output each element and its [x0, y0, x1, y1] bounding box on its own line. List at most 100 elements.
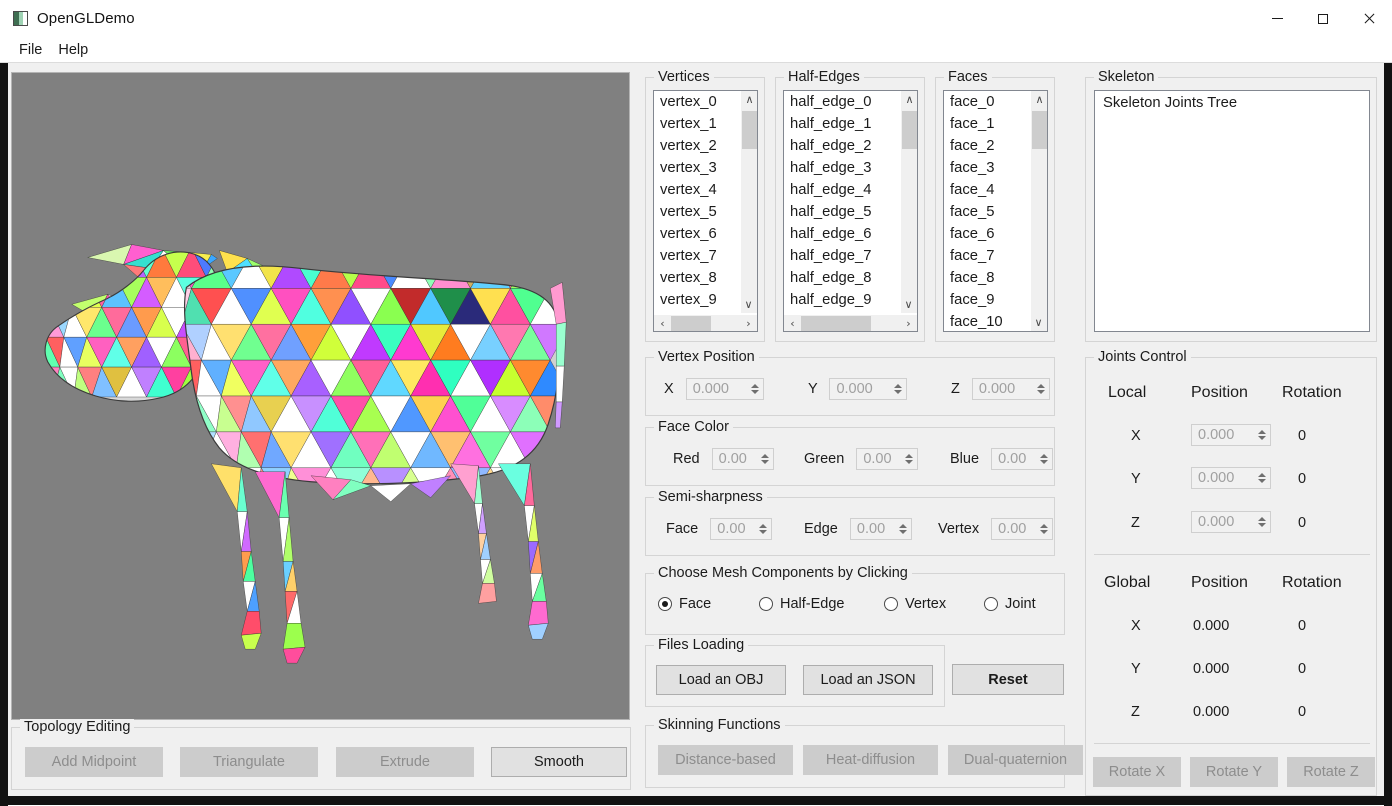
scroll-up-icon[interactable]: ∧	[1031, 91, 1047, 108]
scroll-up-icon[interactable]: ∧	[901, 91, 917, 108]
scroll-down-icon[interactable]: ∨	[1030, 314, 1047, 331]
list-item[interactable]: half_edge_7	[784, 245, 899, 267]
triangulate-button[interactable]: Triangulate	[180, 747, 318, 777]
list-item[interactable]: vertex_6	[654, 223, 739, 245]
add-midpoint-button[interactable]: Add Midpoint	[25, 747, 163, 777]
vertex-position-y-spinbox[interactable]: 0.000	[829, 378, 908, 400]
vertical-scroll-thumb[interactable]	[902, 111, 917, 149]
local-position-y-value[interactable]: 0.000	[1192, 468, 1254, 488]
faces-listbox[interactable]: face_0 face_1 face_2 face_3 face_4 face_…	[943, 90, 1048, 332]
list-item[interactable]: face_9	[944, 289, 1029, 311]
load-json-button[interactable]: Load an JSON	[803, 665, 933, 695]
spinner-arrows-icon[interactable]	[1036, 449, 1052, 469]
vertex-position-z-spinbox[interactable]: 0.000	[971, 378, 1050, 400]
vertices-horizontal-scrollbar[interactable]: ‹ ›	[654, 314, 757, 331]
vertices-listbox[interactable]: vertex_0 vertex_1 vertex_2 vertex_3 vert…	[653, 90, 758, 332]
spinner-arrows-icon[interactable]	[747, 379, 763, 399]
list-item[interactable]: face_7	[944, 245, 1029, 267]
vertex-position-x-value[interactable]: 0.000	[687, 379, 747, 399]
list-item[interactable]: vertex_2	[654, 135, 739, 157]
face-color-blue-spinbox[interactable]: 0.00	[991, 448, 1054, 470]
radio-face[interactable]: Face	[658, 596, 711, 612]
scroll-right-icon[interactable]: ›	[900, 315, 917, 332]
menu-item-file[interactable]: File	[11, 40, 50, 60]
halfedges-horizontal-scrollbar[interactable]: ‹ ›	[784, 314, 917, 331]
distance-based-button[interactable]: Distance-based	[658, 745, 793, 775]
list-item[interactable]: face_3	[944, 157, 1029, 179]
list-item[interactable]: vertex_1	[654, 113, 739, 135]
list-item[interactable]: half_edge_4	[784, 179, 899, 201]
spinner-arrows-icon[interactable]	[1254, 425, 1270, 445]
load-obj-button[interactable]: Load an OBJ	[656, 665, 786, 695]
spinner-arrows-icon[interactable]	[901, 449, 917, 469]
radio-joint[interactable]: Joint	[984, 596, 1036, 612]
list-item[interactable]: vertex_7	[654, 245, 739, 267]
horizontal-scroll-thumb[interactable]	[801, 315, 871, 331]
scroll-down-icon[interactable]: ∨	[900, 296, 917, 313]
radio-half-edge-indicator[interactable]	[759, 597, 773, 611]
semi-sharpness-face-spinbox[interactable]: 0.00	[710, 518, 773, 540]
menu-item-help[interactable]: Help	[50, 40, 96, 60]
list-item[interactable]: face_4	[944, 179, 1029, 201]
list-item[interactable]: vertex_4	[654, 179, 739, 201]
rotate-y-button[interactable]: Rotate Y	[1190, 757, 1278, 787]
spinner-arrows-icon[interactable]	[1033, 379, 1049, 399]
local-position-x-spinbox[interactable]: 0.000	[1191, 424, 1271, 446]
scroll-right-icon[interactable]: ›	[740, 315, 757, 332]
face-color-green-spinbox[interactable]: 0.00	[856, 448, 919, 470]
list-item[interactable]: face_1	[944, 113, 1029, 135]
smooth-button[interactable]: Smooth	[491, 747, 627, 777]
spinner-arrows-icon[interactable]	[895, 519, 911, 539]
list-item[interactable]: half_edge_1	[784, 113, 899, 135]
opengl-viewport[interactable]	[11, 72, 630, 720]
face-color-red-value[interactable]: 0.00	[713, 449, 757, 469]
close-button[interactable]	[1346, 0, 1392, 37]
list-item[interactable]: face_8	[944, 267, 1029, 289]
spinner-arrows-icon[interactable]	[1254, 468, 1270, 488]
list-item[interactable]: half_edge_9	[784, 289, 899, 311]
list-item[interactable]: half_edge_5	[784, 201, 899, 223]
dual-quaternion-button[interactable]: Dual-quaternion	[948, 745, 1083, 775]
list-item[interactable]: vertex_0	[654, 91, 739, 113]
rotate-z-button[interactable]: Rotate Z	[1287, 757, 1375, 787]
minimize-button[interactable]	[1254, 0, 1300, 37]
reset-button[interactable]: Reset	[952, 664, 1064, 695]
spinner-arrows-icon[interactable]	[757, 449, 773, 469]
list-item[interactable]: half_edge_3	[784, 157, 899, 179]
list-item[interactable]: half_edge_8	[784, 267, 899, 289]
face-color-red-spinbox[interactable]: 0.00	[711, 448, 774, 470]
list-item[interactable]: face_10	[944, 311, 1029, 331]
semi-sharpness-edge-value[interactable]: 0.00	[851, 519, 895, 539]
list-item[interactable]: face_0	[944, 91, 1029, 113]
local-position-x-value[interactable]: 0.000	[1192, 425, 1254, 445]
list-item[interactable]: face_5	[944, 201, 1029, 223]
list-item[interactable]: vertex_5	[654, 201, 739, 223]
vertex-position-x-spinbox[interactable]: 0.000	[685, 378, 764, 400]
tree-root-item[interactable]: Skeleton Joints Tree	[1095, 91, 1369, 111]
vertical-scroll-thumb[interactable]	[742, 111, 757, 149]
radio-face-indicator[interactable]	[658, 597, 672, 611]
scroll-up-icon[interactable]: ∧	[741, 91, 757, 108]
local-position-y-spinbox[interactable]: 0.000	[1191, 467, 1271, 489]
scroll-left-icon[interactable]: ‹	[654, 315, 671, 332]
vertical-scroll-thumb[interactable]	[1032, 111, 1047, 149]
list-item[interactable]: half_edge_6	[784, 223, 899, 245]
list-item[interactable]: vertex_8	[654, 267, 739, 289]
semi-sharpness-vertex-spinbox[interactable]: 0.00	[991, 518, 1054, 540]
halfedges-listbox[interactable]: half_edge_0 half_edge_1 half_edge_2 half…	[783, 90, 918, 332]
spinner-arrows-icon[interactable]	[1254, 512, 1270, 532]
face-color-blue-value[interactable]: 0.00	[992, 449, 1036, 469]
list-item[interactable]: half_edge_2	[784, 135, 899, 157]
face-color-green-value[interactable]: 0.00	[857, 449, 901, 469]
list-item[interactable]: vertex_3	[654, 157, 739, 179]
spinner-arrows-icon[interactable]	[890, 379, 906, 399]
faces-vertical-scrollbar[interactable]: ∧	[1030, 91, 1047, 331]
list-item[interactable]: half_edge_0	[784, 91, 899, 113]
list-item[interactable]: face_2	[944, 135, 1029, 157]
radio-vertex-indicator[interactable]	[884, 597, 898, 611]
scroll-down-icon[interactable]: ∨	[740, 296, 757, 313]
semi-sharpness-vertex-value[interactable]: 0.00	[992, 519, 1036, 539]
semi-sharpness-face-value[interactable]: 0.00	[711, 519, 755, 539]
extrude-button[interactable]: Extrude	[336, 747, 474, 777]
list-item[interactable]: vertex_9	[654, 289, 739, 311]
